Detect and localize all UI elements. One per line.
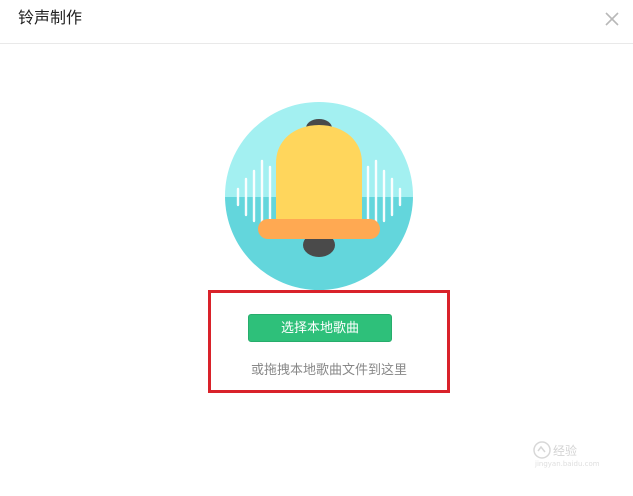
ringtone-dialog: 铃声制作 选择本地歌曲 或拖拽本地歌曲文件到这里 经验 jingyan.baid… (0, 0, 633, 496)
bell-icon (225, 102, 413, 290)
watermark-icon (533, 441, 551, 459)
watermark-sub-text: jingyan.baidu.com (535, 460, 600, 468)
bell-illustration (224, 101, 414, 291)
watermark-logo: 经验 jingyan.baidu.com (531, 440, 621, 472)
dialog-titlebar: 铃声制作 (0, 0, 633, 44)
dialog-title: 铃声制作 (18, 8, 83, 27)
select-local-song-button[interactable]: 选择本地歌曲 (248, 314, 392, 342)
watermark-text: 经验 (553, 444, 578, 458)
drag-drop-hint: 或拖拽本地歌曲文件到这里 (250, 363, 407, 378)
close-icon[interactable] (603, 10, 621, 28)
